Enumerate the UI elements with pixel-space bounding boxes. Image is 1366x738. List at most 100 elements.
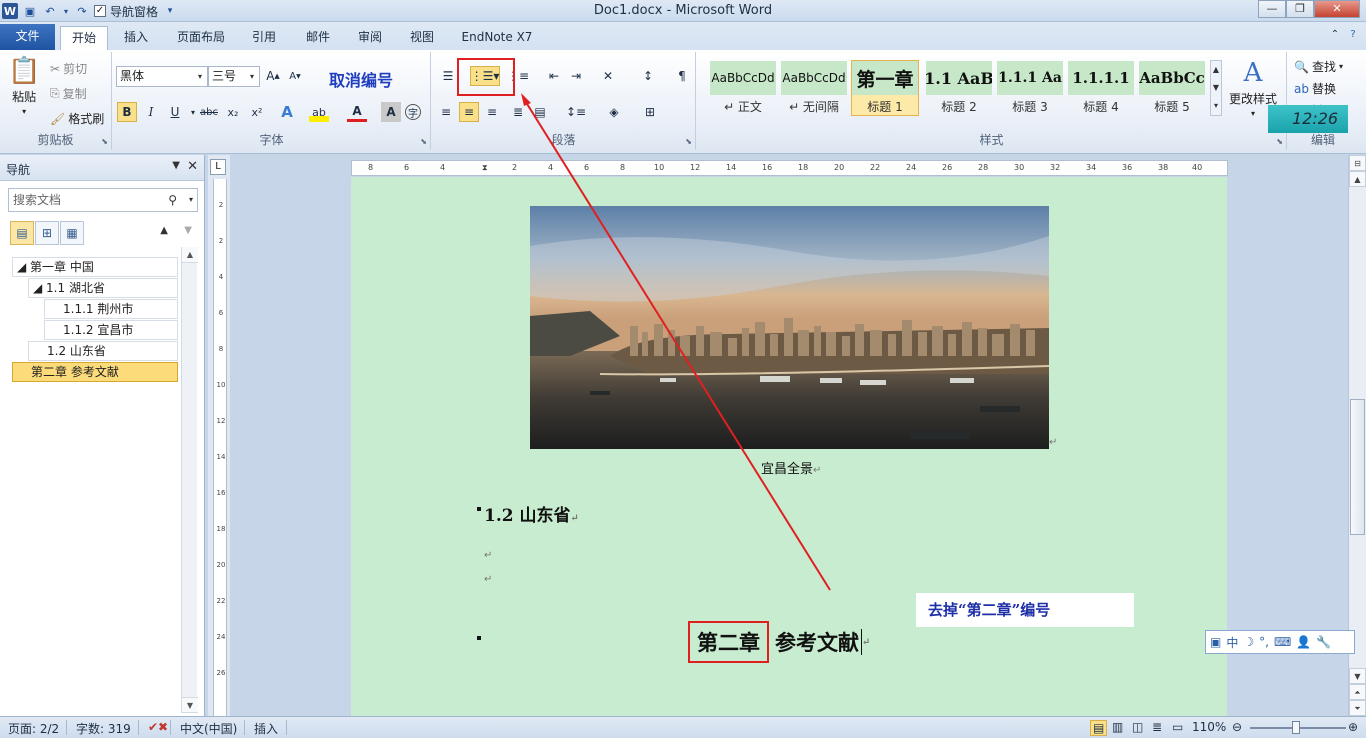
word-count[interactable]: 字数: 319: [76, 720, 131, 737]
chevron-down-icon[interactable]: ▾: [189, 189, 193, 211]
zoom-level[interactable]: 110%: [1192, 720, 1226, 734]
tab-mailings[interactable]: 邮件: [296, 26, 340, 50]
ime-logo-icon[interactable]: ▣: [1210, 635, 1221, 649]
close-icon[interactable]: ✕: [187, 159, 198, 174]
multilevel-list-icon[interactable]: ⋮≡: [507, 66, 529, 86]
ime-mode[interactable]: 中: [1226, 634, 1238, 651]
style-heading-1[interactable]: 第一章 标题 1: [851, 60, 919, 116]
settings-icon[interactable]: 🔧: [1316, 635, 1331, 649]
subscript-icon[interactable]: x₂: [223, 102, 243, 122]
proofing-icon[interactable]: ✔✖: [148, 720, 168, 734]
show-marks-icon[interactable]: ¶: [672, 66, 692, 86]
help-icon[interactable]: ?: [1346, 28, 1360, 42]
yichang-panorama-image[interactable]: [530, 206, 1049, 449]
tab-page-layout[interactable]: 页面布局: [168, 26, 234, 50]
align-center-icon[interactable]: ≡: [459, 102, 479, 122]
tab-insert[interactable]: 插入: [114, 26, 158, 50]
heading-1-2[interactable]: 1.2 山东省↵: [484, 501, 579, 526]
nav-prev-icon[interactable]: ▲: [160, 225, 168, 236]
justify-icon[interactable]: ≣: [508, 102, 528, 122]
find-button[interactable]: 🔍 查找 ▾: [1294, 58, 1343, 75]
customize-qat-icon[interactable]: ▾: [162, 3, 178, 19]
borders-icon[interactable]: ⊞: [640, 102, 660, 122]
tab-references[interactable]: 引用: [242, 26, 286, 50]
paragraph-launcher-icon[interactable]: ⬊: [685, 137, 692, 146]
minimize-button[interactable]: —: [1258, 0, 1286, 18]
format-painter-button[interactable]: 🖌 格式刷: [50, 110, 104, 127]
font-launcher-icon[interactable]: ⬊: [420, 137, 427, 146]
numbering-icon[interactable]: ⋮☰▾: [470, 66, 500, 86]
style-heading-2[interactable]: 1.1 AaB 标题 2: [925, 60, 993, 116]
horizontal-ruler[interactable]: 8 6 4 ⧗ 2 4 6 8 10 12 14 16 18 20 22 24 …: [351, 160, 1228, 176]
tree-item[interactable]: ◢ 第一章 中国: [12, 257, 178, 277]
grow-font-icon[interactable]: A ▲: [263, 66, 283, 86]
nav-scrollbar[interactable]: ▲ ▼: [181, 247, 198, 713]
decrease-indent-icon[interactable]: ⇤: [544, 66, 564, 86]
scroll-down-icon[interactable]: ▼: [182, 697, 198, 713]
chapter-2-heading[interactable]: 第二章 参考文献 ↵: [688, 621, 870, 663]
tree-item-selected[interactable]: 第二章 参考文献: [12, 362, 178, 382]
replace-button[interactable]: ab 替换: [1294, 80, 1336, 97]
strikethrough-icon[interactable]: abc: [199, 102, 219, 122]
zoom-out-icon[interactable]: ⊖: [1232, 720, 1242, 734]
nav-search-input[interactable]: 搜索文档 ⚲ ▾: [8, 188, 198, 212]
word-logo-icon[interactable]: W: [2, 3, 18, 19]
half-width-icon[interactable]: ☽: [1243, 635, 1254, 649]
tab-view[interactable]: 视图: [400, 26, 444, 50]
save-icon[interactable]: ▣: [22, 3, 38, 19]
search-icon[interactable]: ⚲: [168, 189, 177, 211]
web-layout-icon[interactable]: ◫: [1132, 720, 1143, 734]
nav-next-icon[interactable]: ▼: [184, 225, 192, 236]
undo-icon[interactable]: ↶: [42, 3, 58, 19]
style-heading-3[interactable]: 1.1.1 Aa 标题 3: [996, 60, 1064, 116]
enclose-char-icon[interactable]: 字: [405, 104, 421, 120]
sort-icon[interactable]: ↕: [638, 66, 658, 86]
styles-launcher-icon[interactable]: ⬊: [1276, 137, 1283, 146]
full-screen-reading-icon[interactable]: ▥: [1112, 720, 1123, 734]
font-color-icon[interactable]: A: [347, 102, 367, 122]
bullets-icon[interactable]: ☰: [438, 66, 458, 86]
bold-icon[interactable]: B: [117, 102, 137, 122]
nav-tab-headings[interactable]: ▤: [10, 221, 34, 245]
underline-icon[interactable]: U: [165, 102, 185, 122]
font-size-combo[interactable]: 三号 ▾: [208, 66, 260, 87]
next-page-icon[interactable]: ⏷: [1349, 700, 1366, 716]
line-spacing-icon[interactable]: ↕≡: [566, 102, 586, 122]
prev-page-icon[interactable]: ⏶: [1349, 684, 1366, 700]
styles-scroll[interactable]: ▲ ▼ ▾: [1210, 60, 1222, 116]
user-icon[interactable]: 👤: [1296, 635, 1311, 649]
tab-file[interactable]: 文件: [0, 24, 55, 50]
distributed-icon[interactable]: ▤: [530, 102, 550, 122]
tab-selector-icon[interactable]: L: [210, 159, 226, 175]
insert-mode[interactable]: 插入: [254, 720, 278, 737]
font-name-combo[interactable]: 黑体 ▾: [116, 66, 208, 87]
language-indicator[interactable]: 中文(中国): [180, 720, 237, 737]
style-heading-5[interactable]: AaBbCc 标题 5: [1138, 60, 1206, 116]
draft-view-icon[interactable]: ▭: [1172, 720, 1183, 734]
tree-item[interactable]: ◢ 1.1 湖北省: [28, 278, 178, 298]
scroll-up-icon[interactable]: ▲: [182, 247, 198, 263]
vertical-ruler-strip[interactable]: 2 2 4 6 8 10 12 14 16 18 20 22 24 26: [213, 179, 227, 716]
shading-icon[interactable]: ◈: [604, 102, 624, 122]
nav-tab-results[interactable]: ▦: [60, 221, 84, 245]
punctuation-icon[interactable]: °,: [1259, 635, 1269, 649]
scroll-thumb[interactable]: [1350, 399, 1365, 535]
tab-endnote[interactable]: EndNote X7: [452, 26, 542, 50]
tab-home[interactable]: 开始: [60, 26, 108, 50]
paste-button[interactable]: 📋 粘贴 ▾: [8, 56, 40, 116]
zoom-slider-knob[interactable]: [1292, 721, 1300, 734]
undo-dropdown-icon[interactable]: ▾: [62, 3, 70, 19]
nav-pane-checkbox[interactable]: ✓: [94, 5, 106, 17]
align-left-icon[interactable]: ≡: [436, 102, 456, 122]
highlight-icon[interactable]: ab: [309, 102, 329, 122]
superscript-icon[interactable]: x²: [247, 102, 267, 122]
nav-tab-pages[interactable]: ⊞: [35, 221, 59, 245]
zoom-in-icon[interactable]: ⊕: [1348, 720, 1358, 734]
text-effects-icon[interactable]: A: [277, 102, 297, 122]
print-layout-icon[interactable]: ▤: [1090, 720, 1108, 736]
scroll-up-icon[interactable]: ▲: [1349, 171, 1366, 187]
copy-button[interactable]: ⎘ 复制: [50, 85, 87, 102]
align-right-icon[interactable]: ≡: [482, 102, 502, 122]
image-caption[interactable]: 宜昌全景↵: [761, 458, 821, 477]
minimize-ribbon-icon[interactable]: ⌃: [1328, 28, 1342, 42]
